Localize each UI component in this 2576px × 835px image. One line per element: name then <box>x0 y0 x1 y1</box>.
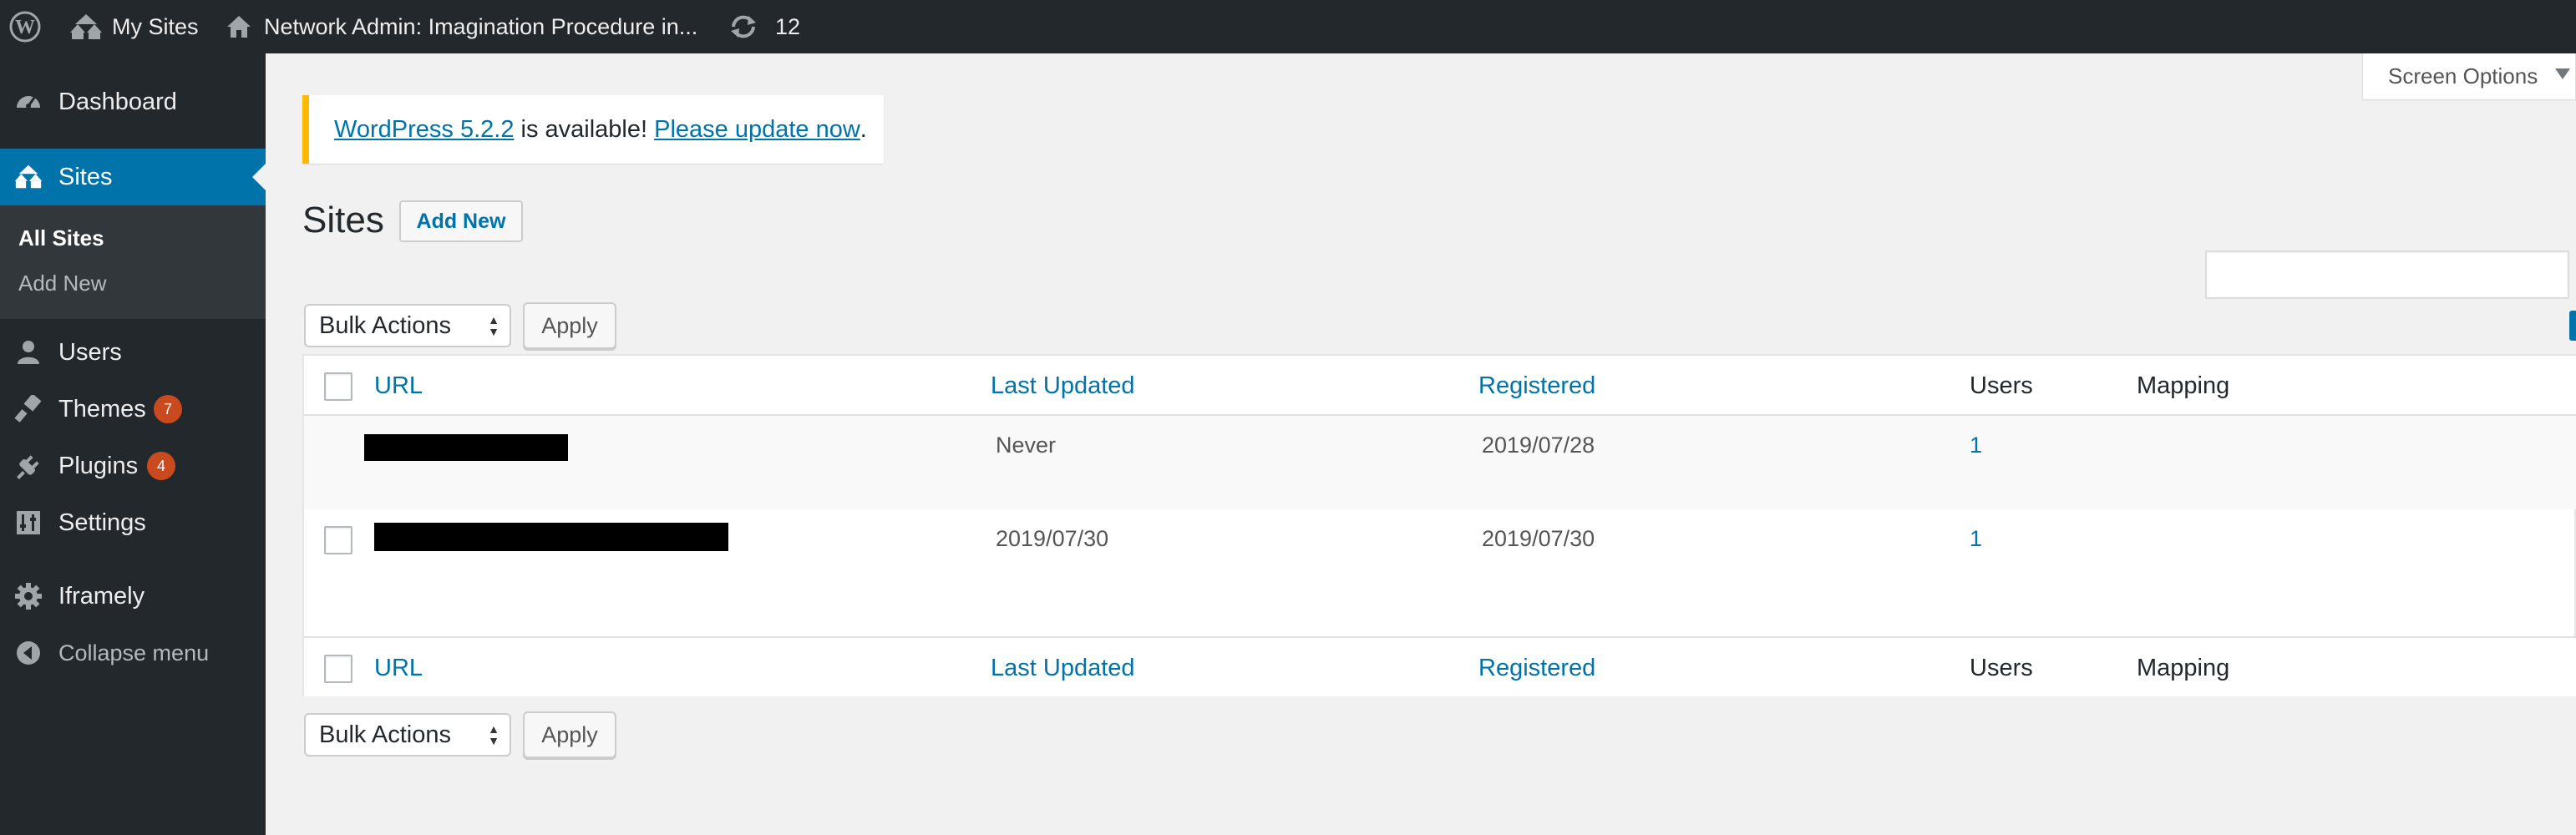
network-admin-label: Network Admin: Imagination Procedure in.… <box>264 13 698 39</box>
row-checkbox[interactable] <box>324 526 352 554</box>
table-header: URL Last Updated Registered Users Mappin… <box>304 356 2576 416</box>
svg-text:W: W <box>15 17 35 38</box>
sidebar-item-label: Plugins <box>58 452 139 479</box>
bulk-actions-select-top[interactable]: Bulk Actions ▲ ▼ <box>304 304 511 347</box>
add-new-site-button[interactable]: Add New <box>399 200 523 242</box>
submenu-item-all-sites[interactable]: All Sites <box>18 225 104 251</box>
column-mapping: Mapping <box>2137 654 2230 681</box>
bulk-actions-value: Bulk Actions <box>319 311 451 339</box>
themes-icon <box>13 394 43 424</box>
column-users: Users <box>1970 372 2033 399</box>
settings-icon <box>13 508 43 538</box>
sidebar-item-label: Dashboard <box>58 88 177 115</box>
cell-users-link[interactable]: 1 <box>1970 433 1982 458</box>
sidebar-item-iframely[interactable]: Iframely <box>0 568 266 625</box>
cell-last-updated: 2019/07/30 <box>996 526 1109 551</box>
sidebar-item-dashboard[interactable]: Dashboard <box>0 73 266 130</box>
themes-update-badge: 7 <box>154 395 182 423</box>
notice-end-text: . <box>860 115 867 143</box>
sidebar-item-label: Users <box>58 338 122 366</box>
column-last-updated[interactable]: Last Updated <box>991 356 1135 416</box>
my-sites-icon <box>68 13 104 41</box>
sidebar-item-label: Settings <box>58 509 146 536</box>
network-admin-menu[interactable]: Network Admin: Imagination Procedure in.… <box>226 0 697 53</box>
wordpress-logo-icon[interactable]: W <box>8 0 42 53</box>
redacted-site-url <box>374 523 728 551</box>
sidebar-item-themes[interactable]: Themes 7 <box>0 381 266 438</box>
admin-bar: W My Sites Network Admin: Imagination Pr… <box>0 0 2576 53</box>
sidebar-item-users[interactable]: Users <box>0 324 266 381</box>
wordpress-version-link[interactable]: WordPress 5.2.2 <box>334 116 514 144</box>
updates-icon <box>728 13 758 41</box>
list-view-icon[interactable] <box>2569 311 2576 341</box>
dashboard-icon <box>13 87 43 117</box>
column-mapping: Mapping <box>2137 372 2230 399</box>
plugins-update-badge: 4 <box>147 452 175 480</box>
my-sites-menu[interactable]: My Sites <box>68 0 199 53</box>
collapse-menu-button[interactable]: Collapse menu <box>0 625 266 681</box>
sites-submenu: All Sites Add New <box>0 205 266 319</box>
updates-menu[interactable]: 12 <box>728 0 800 53</box>
cell-last-updated: Never <box>996 433 1057 458</box>
update-now-link[interactable]: Please update now <box>654 116 860 144</box>
bulk-actions-value: Bulk Actions <box>319 721 451 748</box>
select-all-checkbox[interactable] <box>324 372 352 401</box>
column-url[interactable]: URL <box>374 638 423 698</box>
column-users: Users <box>1970 654 2033 681</box>
caret-down-icon <box>2555 68 2570 79</box>
column-last-updated[interactable]: Last Updated <box>991 638 1135 698</box>
cell-registered: 2019/07/30 <box>1482 526 1595 551</box>
cell-registered: 2019/07/28 <box>1482 433 1595 458</box>
updates-count: 12 <box>775 13 801 39</box>
select-arrows-icon: ▲ ▼ <box>488 313 499 338</box>
search-sites-input[interactable] <box>2205 250 2569 299</box>
screen-options-label: Screen Options <box>2388 63 2538 89</box>
sites-table: URL Last Updated Registered Users Mappin… <box>302 354 2576 696</box>
sidebar-item-label: Themes <box>58 395 146 423</box>
collapse-menu-label: Collapse menu <box>58 640 210 665</box>
table-row: 2019/07/30 2019/07/30 1 <box>304 509 2576 635</box>
update-notice: WordPress 5.2.2 is available! Please upd… <box>302 95 884 164</box>
users-icon <box>13 337 43 367</box>
cell-users-link[interactable]: 1 <box>1970 526 1982 552</box>
sidebar-item-label: Sites <box>58 163 113 190</box>
sidebar-item-plugins[interactable]: Plugins 4 <box>0 438 266 494</box>
notice-text: is available! <box>514 115 655 143</box>
page-title: Sites <box>302 200 384 240</box>
table-row: Never 2019/07/28 1 <box>304 416 2576 509</box>
gear-icon <box>13 581 43 611</box>
admin-sidebar: Dashboard Sites All Sites Add New Users <box>0 53 266 835</box>
sidebar-item-settings[interactable]: Settings <box>0 494 266 551</box>
screen-options-toggle[interactable]: Screen Options <box>2362 53 2576 100</box>
table-footer: URL Last Updated Registered Users Mappin… <box>304 636 2576 696</box>
select-all-checkbox-bottom[interactable] <box>324 655 352 683</box>
apply-button-bottom[interactable]: Apply <box>523 711 616 758</box>
sidebar-item-label: Iframely <box>58 582 145 610</box>
apply-button-top[interactable]: Apply <box>523 302 616 349</box>
column-registered[interactable]: Registered <box>1478 638 1595 698</box>
current-menu-arrow <box>252 164 266 190</box>
bulk-actions-select-bottom[interactable]: Bulk Actions ▲ ▼ <box>304 713 511 757</box>
my-sites-label: My Sites <box>112 13 199 39</box>
redacted-site-url <box>364 434 568 461</box>
column-url[interactable]: URL <box>374 356 423 416</box>
column-registered[interactable]: Registered <box>1478 356 1595 416</box>
plugins-icon <box>13 451 43 481</box>
sites-icon <box>13 162 43 192</box>
home-icon <box>226 13 252 40</box>
submenu-item-add-new[interactable]: Add New <box>18 271 107 296</box>
select-arrows-icon: ▲ ▼ <box>488 722 499 747</box>
sidebar-item-sites[interactable]: Sites <box>0 149 266 205</box>
collapse-icon <box>13 638 43 668</box>
